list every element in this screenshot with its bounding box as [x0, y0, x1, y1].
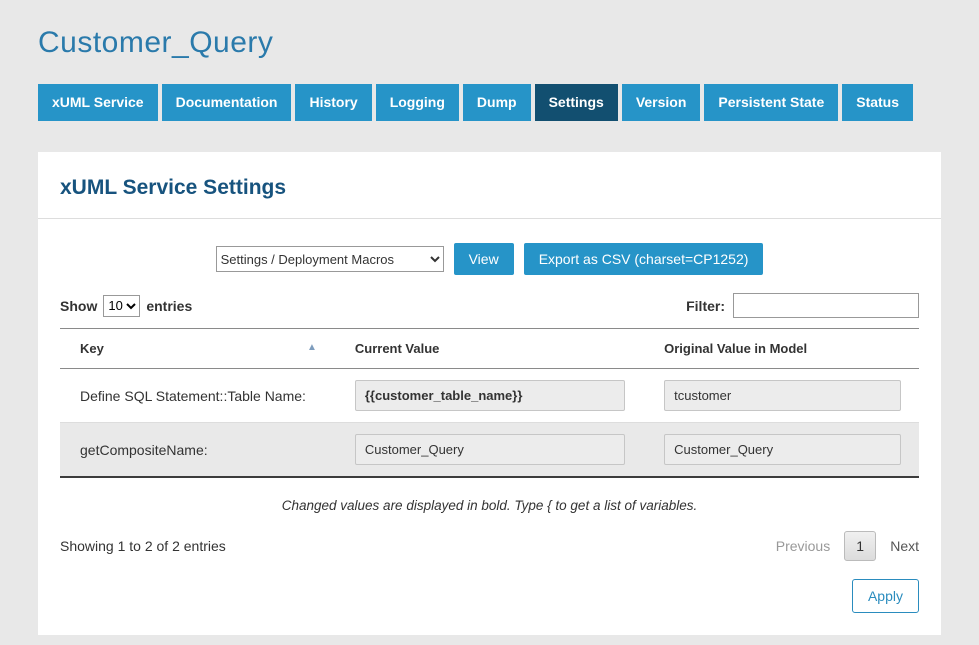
- page-title: Customer_Query: [38, 26, 941, 60]
- apply-row: Apply: [60, 579, 919, 613]
- show-entries-prefix-label: Show: [60, 298, 97, 314]
- view-button[interactable]: View: [454, 243, 514, 275]
- table-footer: Showing 1 to 2 of 2 entries Previous 1 N…: [60, 531, 919, 561]
- tab-xuml-service[interactable]: xUML Service: [38, 84, 158, 121]
- apply-button[interactable]: Apply: [852, 579, 919, 613]
- original-value-input: [664, 380, 901, 411]
- entries-summary: Showing 1 to 2 of 2 entries: [60, 538, 226, 554]
- sort-ascending-icon: ▲: [307, 342, 317, 353]
- tab-documentation[interactable]: Documentation: [162, 84, 292, 121]
- macro-category-select[interactable]: Settings / Deployment Macros: [216, 246, 444, 272]
- panel-heading: xUML Service Settings: [60, 176, 919, 200]
- tab-bar: xUML Service Documentation History Loggi…: [38, 84, 941, 121]
- row-key-label: Define SQL Statement::Table Name:: [60, 369, 335, 423]
- table-header-row: Key ▲ Current Value Original Value in Mo…: [60, 329, 919, 369]
- column-header-key-label: Key: [80, 341, 104, 356]
- show-entries: Show 10 entries: [60, 295, 192, 317]
- hint-text: Changed values are displayed in bold. Ty…: [60, 498, 919, 513]
- row-key-label: getCompositeName:: [60, 423, 335, 478]
- page-number-button[interactable]: 1: [844, 531, 876, 561]
- tab-logging[interactable]: Logging: [376, 84, 459, 121]
- tab-persistent-state[interactable]: Persistent State: [704, 84, 838, 121]
- tab-status[interactable]: Status: [842, 84, 913, 121]
- original-value-input: [664, 434, 901, 465]
- filter-control: Filter:: [686, 293, 919, 318]
- page: Customer_Query xUML Service Documentatio…: [0, 0, 979, 635]
- panel-header: xUML Service Settings: [38, 152, 941, 219]
- settings-table: Key ▲ Current Value Original Value in Mo…: [60, 328, 919, 478]
- column-header-original-value[interactable]: Original Value in Model: [644, 329, 919, 369]
- next-page-button[interactable]: Next: [890, 538, 919, 554]
- current-value-input[interactable]: [355, 380, 625, 411]
- pagination: Previous 1 Next: [776, 531, 919, 561]
- table-row: getCompositeName:: [60, 423, 919, 478]
- settings-panel: xUML Service Settings Settings / Deploym…: [38, 152, 941, 635]
- column-header-current-value[interactable]: Current Value: [335, 329, 644, 369]
- filter-label: Filter:: [686, 298, 725, 314]
- toolbar: Settings / Deployment Macros View Export…: [60, 243, 919, 275]
- filter-input[interactable]: [733, 293, 919, 318]
- page-length-select[interactable]: 10: [103, 295, 140, 317]
- export-csv-button[interactable]: Export as CSV (charset=CP1252): [524, 243, 764, 275]
- table-controls: Show 10 entries Filter:: [60, 293, 919, 318]
- column-header-key[interactable]: Key ▲: [60, 329, 335, 369]
- tab-settings[interactable]: Settings: [535, 84, 618, 121]
- table-row: Define SQL Statement::Table Name:: [60, 369, 919, 423]
- tab-version[interactable]: Version: [622, 84, 701, 121]
- show-entries-suffix-label: entries: [146, 298, 192, 314]
- panel-body: Settings / Deployment Macros View Export…: [38, 243, 941, 635]
- tab-history[interactable]: History: [295, 84, 371, 121]
- previous-page-button[interactable]: Previous: [776, 538, 830, 554]
- tab-dump[interactable]: Dump: [463, 84, 531, 121]
- current-value-input[interactable]: [355, 434, 625, 465]
